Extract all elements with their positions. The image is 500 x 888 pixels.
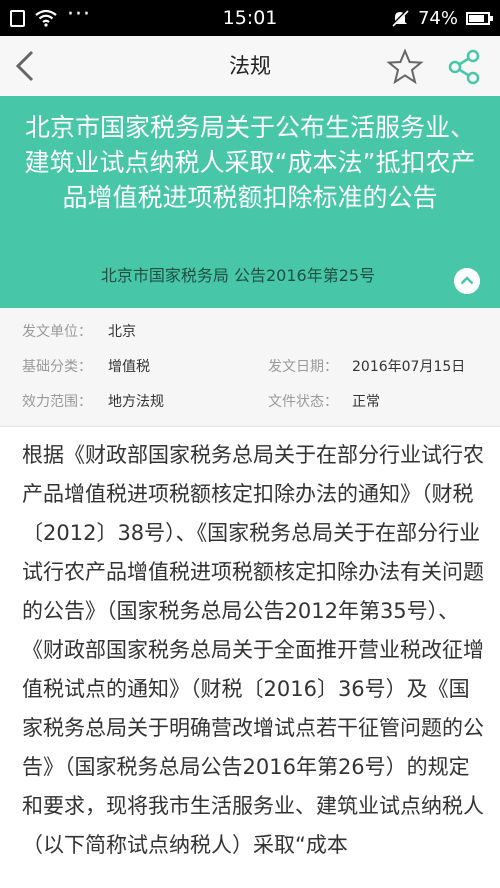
divider bbox=[0, 426, 500, 427]
scope-label: 效力范围： bbox=[22, 394, 92, 410]
date-value: 2016年07月15日 bbox=[352, 359, 466, 375]
document-title: 北京市国家税务局关于公布生活服务业、建筑业试点纳税人采取“成本法”抵扣农产品增值… bbox=[24, 113, 476, 212]
date-label: 发文日期： bbox=[268, 359, 338, 375]
document-meta: 发文单位： 北京 基础分类： 增值税 发文日期： 2016年07月15日 效力范… bbox=[0, 308, 500, 426]
status-bar: ··· 15:01 74% bbox=[0, 0, 500, 36]
battery-percent: 74% bbox=[417, 7, 458, 29]
status-label: 文件状态： bbox=[268, 394, 338, 410]
category-label: 基础分类： bbox=[22, 359, 92, 375]
scope-value: 地方法规 bbox=[108, 394, 164, 410]
page-title: 法规 bbox=[229, 54, 271, 78]
document-number: 北京市国家税务局 公告2016年第25号 bbox=[100, 266, 376, 285]
collapse-chevron-up-icon[interactable] bbox=[454, 268, 480, 294]
meta-row-category: 基础分类： 增值税 发文日期： 2016年07月15日 bbox=[0, 352, 500, 382]
battery-icon bbox=[466, 11, 493, 25]
meta-row-scope: 效力范围： 地方法规 文件状态： 正常 bbox=[0, 387, 500, 417]
status-right-icons: 74% bbox=[390, 0, 493, 36]
issuer-label: 发文单位： bbox=[22, 324, 92, 340]
status-value: 正常 bbox=[352, 394, 380, 410]
document-body: 根据《财政部国家税务总局关于在部分行业试行农产品增值税进项税额核定扣除办法的通知… bbox=[22, 443, 484, 857]
meta-row-issuer: 发文单位： 北京 bbox=[0, 317, 500, 347]
nav-bar: 法规 bbox=[0, 36, 500, 96]
issuer-value: 北京 bbox=[108, 324, 136, 340]
star-icon[interactable] bbox=[386, 48, 424, 86]
back-icon[interactable] bbox=[8, 44, 48, 88]
title-banner: 北京市国家税务局关于公布生活服务业、建筑业试点纳税人采取“成本法”抵扣农产品增值… bbox=[0, 96, 500, 308]
share-icon[interactable] bbox=[444, 48, 484, 86]
mute-icon bbox=[390, 8, 410, 28]
category-value: 增值税 bbox=[108, 359, 150, 375]
